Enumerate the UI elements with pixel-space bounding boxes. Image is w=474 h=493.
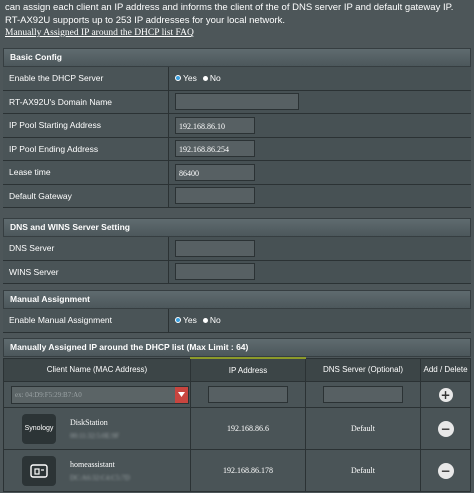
client-dns: Default (305, 407, 421, 450)
add-icon[interactable]: + (438, 387, 453, 402)
client-mac: 00:11:32:5:0E:9F (70, 431, 120, 440)
enable-manual-no-radio[interactable]: No (202, 315, 221, 325)
dns-server-row: DNS Server (3, 237, 471, 261)
column-client-name: Client Name (MAC Address) (3, 357, 191, 382)
wins-server-label: WINS Server (3, 260, 169, 283)
wins-server-input[interactable] (175, 263, 255, 281)
intro-description: can assign each client an IP address and… (5, 2, 454, 26)
client-name: DiskStation (70, 417, 108, 427)
delete-icon[interactable]: − (437, 462, 454, 479)
column-ip-address: IP Address (190, 357, 306, 382)
manual-list-section: Manually Assigned IP around the DHCP lis… (3, 338, 471, 492)
dns-server-label: DNS Server (3, 237, 169, 260)
domain-name-row: RT-AX92U's Domain Name (3, 90, 471, 114)
manual-ip-table: Client Name (MAC Address) IP Address DNS… (3, 357, 471, 492)
domain-name-input[interactable] (175, 93, 299, 111)
enable-manual-yes-radio[interactable]: Yes (175, 315, 197, 325)
enable-dhcp-row: Enable the DHCP Server Yes No (3, 67, 471, 91)
enable-dhcp-yes-radio[interactable]: Yes (175, 73, 197, 83)
radio-selected-icon (175, 317, 181, 324)
pool-end-input[interactable]: 192.168.86.254 (175, 140, 255, 158)
dhcp-faq-link[interactable]: Manually Assigned IP around the DHCP lis… (5, 28, 194, 38)
default-gateway-row: Default Gateway (3, 184, 471, 208)
manual-assignment-header: Manual Assignment (3, 290, 471, 309)
wins-server-row: WINS Server (3, 260, 471, 284)
device-icon (22, 455, 56, 486)
client-mac: DC:A6:32:C4:C5:7D (70, 473, 130, 482)
add-entry-row: ex: 04:D9:F5:29:B7:A0 + (3, 381, 471, 408)
manual-assignment-section: Manual Assignment Enable Manual Assignme… (3, 290, 471, 333)
lease-time-input[interactable]: 86400 (175, 163, 255, 181)
lease-time-label: Lease time (3, 161, 169, 184)
enable-dhcp-no-radio[interactable]: No (202, 73, 221, 83)
manual-list-header: Manually Assigned IP around the DHCP lis… (3, 338, 471, 357)
pool-start-row: IP Pool Starting Address 192.168.86.10 (3, 114, 471, 138)
pool-end-label: IP Pool Ending Address (3, 137, 169, 160)
lease-time-row: Lease time 86400 (3, 161, 471, 185)
dns-wins-section: DNS and WINS Server Setting DNS Server W… (3, 218, 471, 284)
dropdown-arrow-icon[interactable] (175, 386, 188, 403)
domain-name-label: RT-AX92U's Domain Name (3, 90, 169, 113)
client-name: homeassistant (70, 459, 115, 469)
radio-unselected-icon (202, 75, 208, 81)
client-ip: 192.168.86.6 (190, 407, 306, 450)
basic-config-section: Basic Config Enable the DHCP Server Yes … (3, 48, 471, 208)
dns-wins-header: DNS and WINS Server Setting (3, 218, 471, 237)
pool-end-row: IP Pool Ending Address 192.168.86.254 (3, 137, 471, 161)
enable-manual-label: Enable Manual Assignment (3, 309, 169, 332)
basic-config-header: Basic Config (3, 48, 471, 67)
client-dns: Default (305, 449, 421, 492)
enable-dhcp-label: Enable the DHCP Server (3, 67, 169, 90)
intro-text-block: can assign each client an IP address and… (0, 0, 474, 46)
radio-unselected-icon (202, 317, 208, 323)
column-dns-server: DNS Server (Optional) (305, 357, 421, 382)
dns-server-input[interactable] (175, 239, 255, 257)
new-ip-input[interactable] (208, 386, 288, 403)
default-gateway-input[interactable] (175, 187, 255, 205)
default-gateway-label: Default Gateway (3, 184, 169, 207)
mac-placeholder: ex: 04:D9:F5:29:B7:A0 (15, 390, 82, 399)
client-ip: 192.168.86.178 (190, 449, 306, 492)
pool-start-input[interactable]: 192.168.86.10 (175, 116, 255, 134)
client-mac-select[interactable]: ex: 04:D9:F5:29:B7:A0 (11, 385, 189, 404)
table-row: homeassistant DC:A6:32:C4:C5:7D 192.168.… (3, 449, 471, 492)
enable-manual-row: Enable Manual Assignment Yes No (3, 309, 471, 333)
table-row: Synology DiskStation 00:11:32:5:0E:9F 19… (3, 407, 471, 450)
radio-selected-icon (175, 75, 181, 82)
delete-icon[interactable]: − (437, 420, 454, 437)
pool-start-label: IP Pool Starting Address (3, 114, 169, 137)
new-dns-input[interactable] (323, 386, 403, 403)
column-add-delete: Add / Delete (420, 357, 471, 382)
synology-icon: Synology (22, 413, 56, 444)
